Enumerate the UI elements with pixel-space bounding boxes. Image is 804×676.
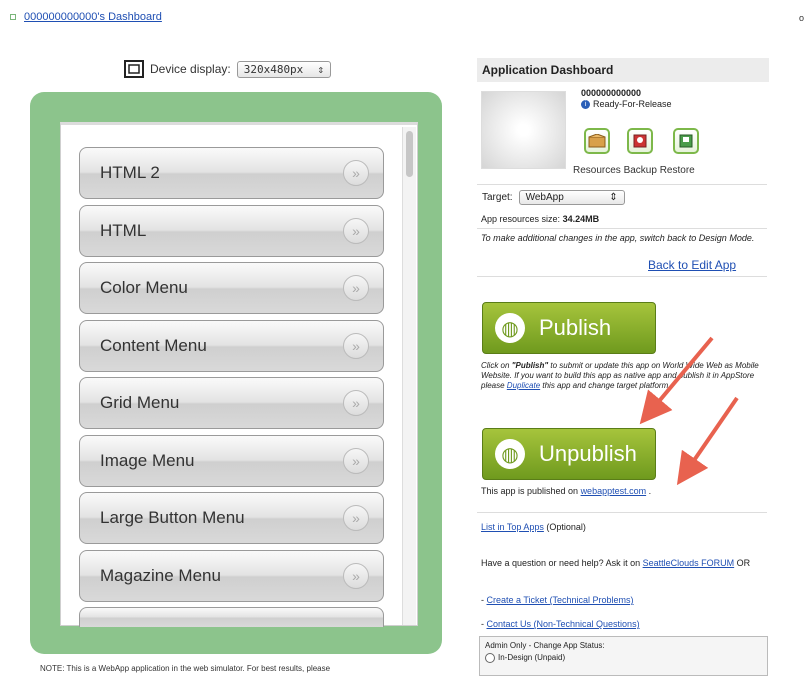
menu-item[interactable]: Grid Menu » [79, 377, 384, 429]
target-select[interactable]: WebApp ⇕ [518, 190, 625, 205]
back-to-edit-link[interactable]: Back to Edit App [648, 258, 736, 272]
menu-item[interactable]: Content Menu » [79, 319, 384, 372]
divider [477, 184, 767, 185]
published-on-text: This app is published on webapptest.com … [481, 486, 651, 496]
list-top-apps: List in Top Apps (Optional) [481, 522, 586, 532]
published-on-prefix: This app is published on [481, 486, 581, 496]
publish-note-bold: "Publish" [511, 361, 549, 370]
globe-icon: ◍ [495, 439, 525, 469]
contact-us-link[interactable]: Contact Us (Non-Technical Questions) [487, 619, 640, 629]
info-icon: i [581, 99, 590, 109]
chevron-right-icon: » [343, 160, 369, 186]
divider [477, 276, 767, 277]
admin-option[interactable]: In-Design (Unpaid) [485, 653, 762, 663]
tool-labels: Resources Backup Restore [573, 165, 695, 176]
select-arrows-icon: ⇕ [609, 192, 618, 203]
chevron-right-icon: » [343, 217, 369, 244]
list-top-apps-link[interactable]: List in Top Apps [481, 522, 544, 532]
device-display-label: Device display: [150, 62, 231, 76]
breadcrumb: 000000000000's Dashboard [10, 11, 162, 23]
published-site-link[interactable]: webapptest.com [581, 486, 647, 496]
publish-button[interactable]: ◍ Publish [482, 302, 656, 354]
menu-item-label: Image Menu [100, 450, 195, 470]
chevron-right-icon: » [343, 390, 369, 416]
simulator-scrollbar[interactable] [402, 127, 416, 625]
divider [477, 228, 767, 229]
target-label: Target: [482, 192, 513, 203]
menu-item[interactable]: Image Menu » [79, 434, 384, 487]
list-top-apps-suffix: (Optional) [543, 522, 586, 532]
resources-size-value: 34.24MB [562, 214, 600, 224]
menu-item-label: HTML [100, 220, 147, 240]
select-arrows-icon: ⇕ [317, 62, 324, 76]
dashboard-panel: Application Dashboard 000000000000 i Rea… [477, 58, 769, 188]
help-prefix: Have a question or need help? Ask it on [481, 558, 643, 568]
dashboard-link[interactable]: 000000000000's Dashboard [24, 11, 162, 23]
resources-size-label: App resources size: [481, 214, 561, 224]
menu-item[interactable]: Color Menu » [79, 262, 384, 314]
in-design-radio[interactable] [485, 653, 495, 663]
menu-item[interactable]: HTML » [79, 204, 384, 257]
forum-link[interactable]: SeattleClouds FORUM [643, 558, 735, 568]
menu-item[interactable]: Magazine Menu » [79, 549, 384, 602]
backup-icon [633, 134, 647, 148]
menu-item-label: Grid Menu [100, 393, 180, 412]
app-icon-image [481, 91, 566, 169]
menu-item-label: HTML 2 [100, 163, 160, 182]
app-status: i Ready-For-Release [581, 99, 672, 109]
publish-note-prefix: Click on [481, 361, 512, 370]
device-display-value: 320x480px [243, 62, 304, 76]
help-question: Have a question or need help? Ask it on … [481, 558, 767, 569]
bullet-icon [10, 14, 16, 20]
publish-note-end: this app and change target platform. [540, 381, 671, 390]
resources-button[interactable] [584, 128, 610, 154]
menu-item-label: Color Menu [100, 278, 188, 297]
restore-icon [679, 134, 693, 148]
panel-title: Application Dashboard [477, 58, 769, 82]
menu-item-label: Large Button Menu [100, 508, 245, 527]
admin-status-box: Admin Only - Change App Status: In-Desig… [479, 636, 768, 676]
admin-option-label: In-Design (Unpaid) [498, 653, 566, 663]
resources-size: App resources size: 34.24MB [481, 214, 599, 224]
unpublish-label: Unpublish [539, 441, 637, 466]
restore-button[interactable] [673, 128, 699, 154]
unpublish-button[interactable]: ◍ Unpublish [482, 428, 656, 480]
box-icon [588, 134, 606, 148]
target-value: WebApp [525, 192, 564, 203]
backup-button[interactable] [627, 128, 653, 154]
divider [477, 512, 767, 513]
target-row: Target: WebApp ⇕ [482, 190, 625, 205]
published-on-suffix: . [646, 486, 652, 496]
globe-icon: ◍ [495, 313, 525, 343]
edit-note: To make additional changes in the app, s… [481, 233, 755, 243]
top-right-text: o [798, 13, 804, 23]
chevron-right-icon: » [343, 505, 369, 531]
chevron-right-icon: » [343, 332, 369, 359]
chevron-right-icon: » [343, 275, 369, 301]
device-display-select[interactable]: 320x480px ⇕ [236, 60, 331, 78]
menu-item[interactable]: HTML 2 » [79, 147, 384, 199]
create-ticket-link[interactable]: Create a Ticket (Technical Problems) [487, 595, 634, 605]
contact-line: - Contact Us (Non-Technical Questions) [481, 619, 640, 629]
device-display-row: Device display: 320x480px ⇕ [124, 60, 331, 78]
arrow-to-site-link [676, 396, 739, 486]
menu-item-label: Content Menu [100, 335, 207, 355]
menu-item-label: Magazine Menu [100, 565, 221, 585]
publish-note: Click on "Publish" to submit or update t… [481, 361, 767, 391]
simulator-note: NOTE: This is a WebApp application in th… [40, 664, 331, 673]
chevron-right-icon: » [343, 562, 369, 589]
menu-item-partial[interactable] [79, 607, 384, 627]
app-status-text: Ready-For-Release [593, 99, 672, 109]
ticket-line: - Create a Ticket (Technical Problems) [481, 595, 634, 605]
scrollbar-thumb[interactable] [406, 131, 413, 177]
app-name: 000000000000 [581, 88, 642, 98]
device-icon [124, 60, 144, 78]
duplicate-link[interactable]: Duplicate [507, 381, 540, 390]
chevron-right-icon: » [343, 447, 369, 474]
publish-label: Publish [539, 315, 612, 340]
help-suffix: OR [734, 558, 751, 568]
admin-label: Admin Only - Change App Status: [485, 641, 605, 650]
menu-item[interactable]: Large Button Menu » [79, 492, 384, 544]
